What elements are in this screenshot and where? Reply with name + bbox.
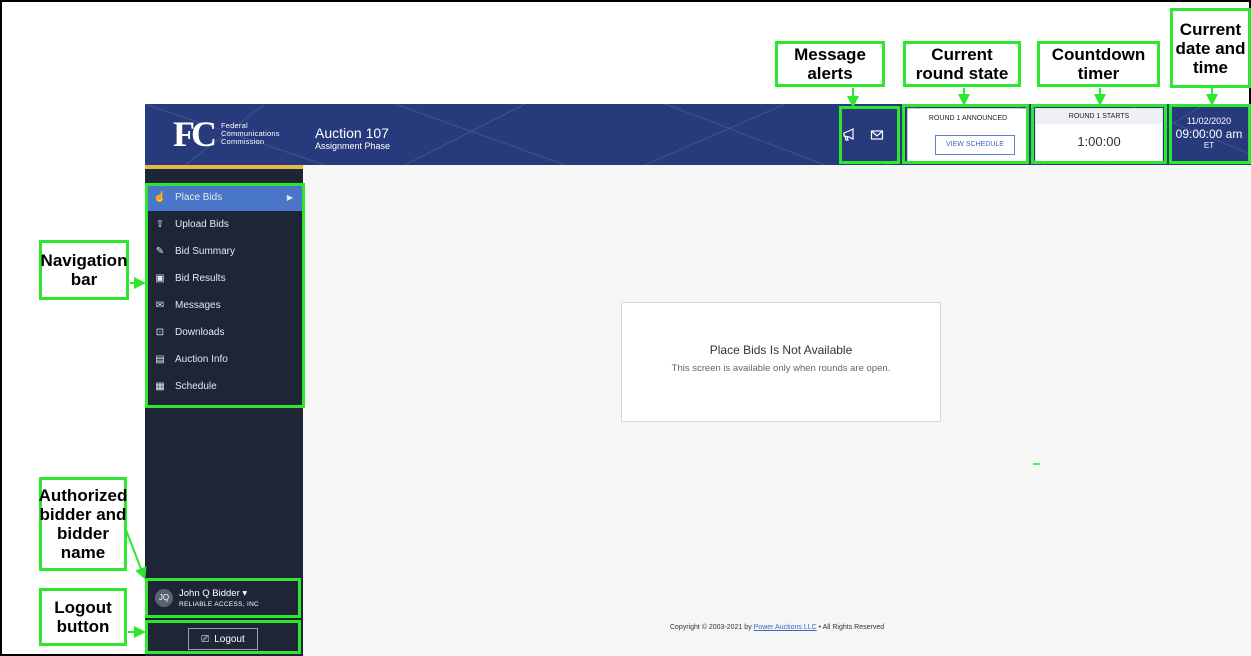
callout-arrows	[125, 88, 1218, 638]
